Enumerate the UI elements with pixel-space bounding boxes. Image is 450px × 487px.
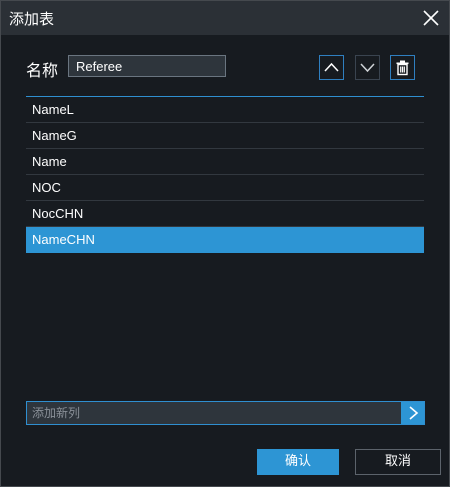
dialog-title: 添加表 — [9, 10, 55, 28]
trash-icon — [396, 60, 409, 76]
move-down-button[interactable] — [355, 55, 380, 80]
move-up-button[interactable] — [319, 55, 344, 80]
close-icon[interactable] — [421, 8, 441, 28]
name-label: 名称 — [26, 61, 59, 80]
list-item[interactable]: NocCHN — [26, 201, 424, 227]
list-item[interactable]: NameG — [26, 123, 424, 149]
column-list: NameL NameG Name NOC NocCHN NameCHN — [26, 96, 424, 257]
list-item[interactable]: Name — [26, 149, 424, 175]
chevron-down-icon — [360, 63, 375, 73]
list-item[interactable]: NOC — [26, 175, 424, 201]
chevron-up-icon — [324, 62, 339, 72]
title-bar: 添加表 — [1, 1, 449, 35]
chevron-right-icon — [409, 406, 419, 420]
confirm-button[interactable]: 确认 — [257, 449, 339, 475]
add-column-input[interactable] — [27, 402, 401, 424]
delete-column-button[interactable] — [390, 55, 415, 80]
cancel-button[interactable]: 取消 — [355, 449, 441, 475]
table-name-input[interactable] — [68, 55, 226, 77]
list-item-selected[interactable]: NameCHN — [26, 227, 424, 253]
list-item[interactable]: NameL — [26, 97, 424, 123]
add-column-bar — [26, 401, 425, 425]
add-table-dialog: 添加表 名称 NameL NameG Name — [0, 0, 450, 487]
add-column-button[interactable] — [401, 402, 424, 424]
